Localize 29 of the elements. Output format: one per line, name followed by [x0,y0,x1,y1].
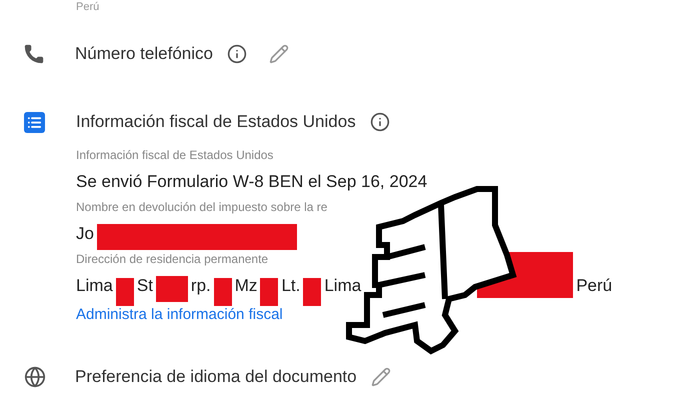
section-title: Preferencia de idioma del documento [75,366,357,388]
edit-icon[interactable] [268,44,289,64]
field-value: Lima [324,274,362,296]
redaction-block [260,278,278,306]
redaction-block [303,278,322,306]
field-label: Información fiscal de Estados Unidos [76,147,274,164]
field-value: Lt. [281,274,300,296]
field-value: Lima [76,274,113,296]
redaction-block [214,278,232,306]
field-value: Mz [234,274,258,296]
phone-icon [23,43,45,65]
field-label: Nombre en devolución del impuesto sobre la re [76,199,328,216]
redaction-block [116,278,134,306]
field-value: St [136,274,153,296]
field-label: Dirección de residencia permanente [76,251,270,268]
country-value: Perú [76,1,100,13]
list-icon [24,112,45,132]
field-value: rp. [190,274,211,296]
manage-tax-link[interactable]: Administra la información fiscal [76,304,283,326]
section-title: Información fiscal de Estados Unidos [76,111,356,134]
section-title: Número telefónico [75,43,213,66]
globe-icon [24,366,46,388]
field-value: Perú [576,274,612,296]
field-value: Se envió Formulario W-8 BEN el Sep 16, 2024 [76,170,428,192]
field-value: Jo [76,222,94,244]
edit-icon[interactable] [370,366,391,386]
info-icon[interactable] [370,112,390,132]
info-icon[interactable] [226,44,247,64]
redaction-block [156,276,188,302]
